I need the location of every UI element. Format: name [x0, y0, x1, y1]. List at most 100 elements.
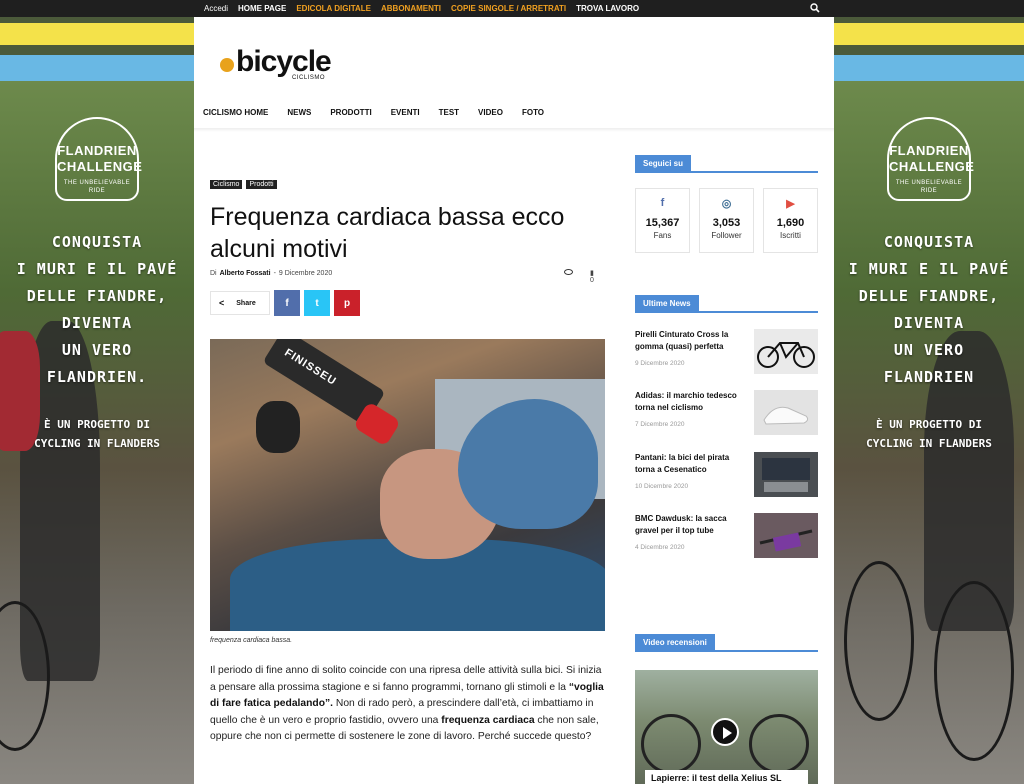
badge-line2: CHALLENGE [57, 159, 143, 174]
claim-line: UN VERO [61, 341, 133, 359]
claim-line: FLANDRIEN. [46, 368, 148, 386]
facebook-share-button[interactable]: f [274, 290, 300, 316]
nav-item-ciclismo-home[interactable]: CICLISMO HOME [203, 108, 268, 117]
news-title-link[interactable]: Pantani: la bici del pirata torna a Cese… [635, 452, 743, 476]
twitter-share-button[interactable]: t [304, 290, 330, 316]
banner-stripe-blue [834, 55, 1024, 81]
news-item[interactable]: BMC Dawdusk: la sacca gravel per il top … [635, 513, 818, 559]
banner-sub: È UN PROGETTO DI CYCLING IN FLANDERS [834, 415, 1024, 453]
news-title-link[interactable]: Adidas: il marchio tedesco torna nel cic… [635, 390, 743, 414]
flandrien-badge: FLANDRIEN CHALLENGE THE UNBELIEVABLE RID… [887, 117, 974, 201]
top-link-lavoro[interactable]: TROVA LAVORO [576, 4, 639, 13]
facebook-icon: f [660, 197, 665, 209]
tag-prodotti[interactable]: Prodotti [246, 180, 277, 189]
share-icon: < [219, 298, 225, 308]
news-title-link[interactable]: BMC Dawdusk: la sacca gravel per il top … [635, 513, 743, 537]
news-date: 7 Dicembre 2020 [635, 421, 685, 428]
claim-line: CONQUISTA [51, 233, 143, 251]
body-text: Il periodo di fine anno di solito coinci… [210, 665, 602, 693]
youtube-icon: ▶ [786, 197, 795, 210]
social-youtube[interactable]: ▶ 1,690 Iscritti [763, 188, 818, 253]
nav-item-eventi[interactable]: EVENTI [391, 108, 420, 117]
social-facebook[interactable]: f 15,367 Fans [635, 188, 690, 253]
pinterest-share-button[interactable]: p [334, 290, 360, 316]
sub-line: CYCLING IN FLANDERS [866, 437, 992, 450]
tag-ciclismo[interactable]: Ciclismo [210, 180, 243, 189]
news-item[interactable]: Adidas: il marchio tedesco torna nel cic… [635, 390, 818, 436]
social-count: 3,053 [712, 217, 741, 229]
social-counters: f 15,367 Fans ◎ 3,053 Follower ▶ 1,690 I… [635, 188, 818, 253]
social-count: 1,690 [776, 217, 805, 229]
pinterest-icon: p [343, 297, 351, 309]
top-link-accedi[interactable]: Accedi [204, 4, 228, 13]
nav-item-news[interactable]: NEWS [287, 108, 311, 117]
social-label: Follower [711, 231, 742, 240]
bike-wheel [749, 714, 809, 774]
social-instagram[interactable]: ◎ 3,053 Follower [699, 188, 754, 253]
share-label: Share [236, 299, 256, 307]
news-thumbnail[interactable] [754, 452, 818, 497]
image-caption: frequenza cardiaca bassa. [210, 637, 293, 644]
top-link-home[interactable]: HOME PAGE [238, 4, 286, 13]
article-date: 9 Dicembre 2020 [278, 270, 333, 277]
nav-item-foto[interactable]: FOTO [522, 108, 544, 117]
sub-line: È UN PROGETTO DI [876, 418, 982, 431]
meta-separator: - [273, 270, 276, 277]
logo-word: bicycle [236, 45, 332, 78]
claim-line: CONQUISTA [883, 233, 975, 251]
article-hero-image: FINISSEU [210, 339, 605, 631]
meta-by: Di [210, 270, 217, 277]
video-review-card[interactable]: Lapierre: il test della Xelius SL [635, 670, 818, 784]
main-nav: CICLISMO HOME NEWS PRODOTTI EVENTI TEST … [203, 108, 563, 117]
article-meta: Di Alberto Fossati - 9 Dicembre 2020 ▮ 0 [210, 269, 594, 284]
banner-claim: CONQUISTA I MURI E IL PAVÉ DELLE FIANDRE… [834, 229, 1024, 391]
top-link-abbonamenti[interactable]: ABBONAMENTI [381, 4, 441, 13]
nav-item-test[interactable]: TEST [439, 108, 459, 117]
share-bar: < Share f t p [210, 290, 360, 316]
social-label: Iscritti [780, 231, 801, 240]
badge-tagline: THE UNBELIEVABLE RIDE [63, 180, 131, 194]
video-caption[interactable]: Lapierre: il test della Xelius SL [645, 770, 808, 784]
instagram-icon: ◎ [721, 197, 732, 210]
news-item[interactable]: Pirelli Cinturato Cross la gomma (quasi)… [635, 329, 818, 375]
top-link-copie[interactable]: COPIE SINGOLE / ARRETRATI [451, 4, 566, 13]
play-icon[interactable] [711, 718, 739, 746]
search-icon[interactable] [810, 3, 820, 13]
nav-divider [194, 128, 834, 132]
share-button[interactable]: < Share [210, 291, 270, 315]
flandrien-badge: FLANDRIEN CHALLENGE THE UNBELIEVABLE RID… [55, 117, 143, 201]
news-thumbnail[interactable] [754, 390, 818, 435]
nav-item-video[interactable]: VIDEO [478, 108, 503, 117]
shoe-thumbnail-icon [763, 406, 809, 425]
article-body: Il periodo di fine anno di solito coinci… [210, 663, 605, 746]
social-label: Fans [653, 231, 672, 240]
claim-line: DIVENTA [893, 314, 965, 332]
news-date: 4 Dicembre 2020 [635, 544, 685, 551]
news-thumbnail[interactable] [754, 513, 818, 558]
banner-stripe-yellow [0, 23, 194, 45]
news-date: 9 Dicembre 2020 [635, 360, 685, 367]
news-date: 10 Dicembre 2020 [635, 483, 689, 490]
hero-glove [256, 401, 300, 453]
bag-thumbnail-icon [759, 529, 813, 552]
left-ad-banner[interactable]: FLANDRIEN CHALLENGE THE UNBELIEVABLE RID… [0, 17, 194, 784]
claim-line: DIVENTA [61, 314, 133, 332]
news-title-link[interactable]: Pirelli Cinturato Cross la gomma (quasi)… [635, 329, 743, 353]
news-item[interactable]: Pantani: la bici del pirata torna a Cese… [635, 452, 818, 498]
badge-line1: FLANDRIEN [57, 143, 137, 158]
top-link-edicola[interactable]: EDICOLA DIGITALE [296, 4, 371, 13]
author-link[interactable]: Alberto Fossati [220, 270, 271, 277]
banner-sub: È UN PROGETTO DI CYCLING IN FLANDERS [0, 415, 194, 453]
nav-item-prodotti[interactable]: PRODOTTI [330, 108, 371, 117]
comments-number: 0 [590, 277, 594, 284]
news-thumbnail[interactable] [754, 329, 818, 374]
body-bold: frequenza cardiaca [441, 714, 535, 726]
site-logo[interactable]: bicycle CICLISMO [220, 45, 332, 81]
banner-stripe-blue [0, 55, 194, 81]
bike-thumbnail-icon [757, 342, 815, 368]
follow-title: Seguici su [635, 155, 692, 173]
sidebar-follow-header: Seguici su [635, 153, 818, 173]
claim-line: UN VERO [893, 341, 965, 359]
right-ad-banner[interactable]: FLANDRIEN CHALLENGE THE UNBELIEVABLE RID… [834, 17, 1024, 784]
comments-count[interactable]: ▮ 0 [590, 269, 594, 284]
